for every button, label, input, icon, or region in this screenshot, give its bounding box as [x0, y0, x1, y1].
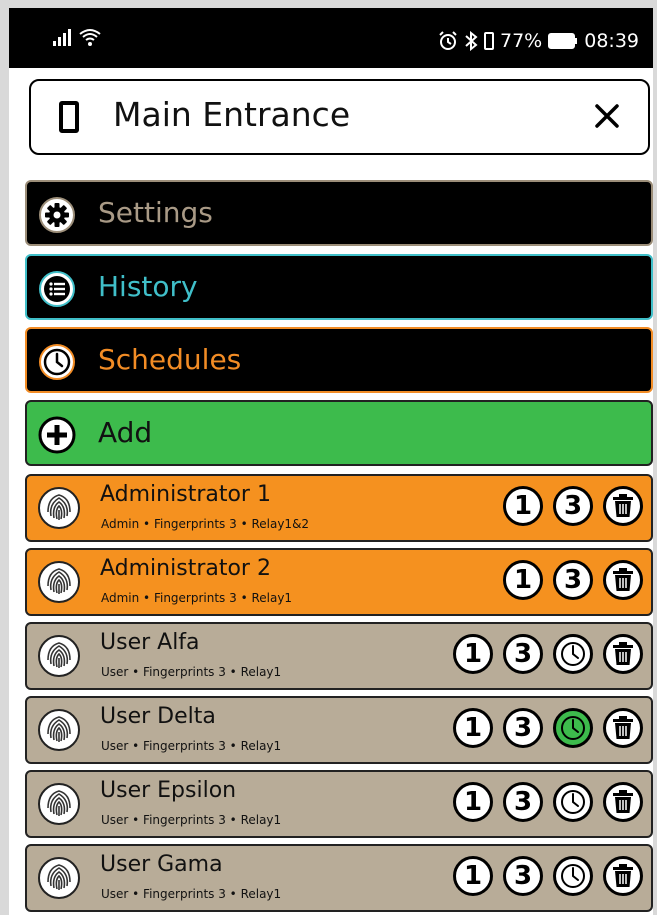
delete-button[interactable] — [603, 560, 643, 600]
clock-time: 08:39 — [584, 30, 639, 52]
user-name: User Gama — [100, 852, 223, 877]
signal-icon — [53, 28, 71, 46]
vibrate-icon — [484, 32, 494, 50]
trash-icon — [613, 716, 633, 739]
battery-percent: 77% — [500, 30, 543, 52]
schedules-label: Schedules — [98, 343, 242, 376]
user-name: User Epsilon — [100, 778, 237, 803]
schedule-clock-button[interactable] — [553, 856, 593, 896]
alarm-icon — [439, 31, 457, 50]
user-row[interactable]: User Gama User • Fingerprints 3 • Relay1 1… — [25, 844, 653, 912]
fingerprints-badge[interactable]: 3 — [503, 856, 543, 896]
trash-icon — [613, 864, 633, 887]
trash-icon — [613, 642, 633, 665]
user-actions: 13 — [503, 486, 643, 526]
user-actions: 13 — [503, 560, 643, 600]
schedule-clock-button[interactable] — [553, 782, 593, 822]
close-icon[interactable] — [588, 95, 626, 137]
user-meta: Admin • Fingerprints 3 • Relay1 — [101, 591, 293, 605]
clock-icon — [561, 864, 585, 888]
clock-icon — [39, 344, 75, 380]
list-icon — [39, 271, 75, 307]
history-button[interactable]: History — [25, 254, 653, 320]
user-actions: 13 — [453, 856, 643, 896]
clock-icon — [561, 716, 585, 740]
settings-button[interactable]: Settings — [25, 180, 653, 246]
relay-badge[interactable]: 1 — [453, 856, 493, 896]
relay-badge[interactable]: 1 — [453, 634, 493, 674]
phone-icon — [59, 101, 79, 133]
fingerprints-badge[interactable]: 3 — [503, 782, 543, 822]
battery-icon — [548, 33, 578, 49]
delete-button[interactable] — [603, 856, 643, 896]
relay-badge[interactable]: 1 — [503, 560, 543, 600]
trash-icon — [613, 494, 633, 517]
delete-button[interactable] — [603, 486, 643, 526]
title-bar: Main Entrance — [29, 79, 650, 155]
relay-badge[interactable]: 1 — [453, 782, 493, 822]
fingerprint-icon — [38, 635, 80, 677]
wifi-icon — [79, 29, 101, 46]
fingerprint-icon — [38, 487, 80, 529]
user-name: Administrator 1 — [100, 482, 271, 507]
user-row[interactable]: Administrator 2 Admin • Fingerprints 3 • … — [25, 548, 653, 616]
delete-button[interactable] — [603, 634, 643, 674]
user-actions: 13 — [453, 634, 643, 674]
user-row[interactable]: Administrator 1 Admin • Fingerprints 3 • … — [25, 474, 653, 542]
fingerprint-icon — [38, 857, 80, 899]
add-label: Add — [98, 416, 153, 449]
schedules-button[interactable]: Schedules — [25, 327, 653, 393]
fingerprints-badge[interactable]: 3 — [553, 560, 593, 600]
trash-icon — [613, 790, 633, 813]
status-left — [53, 28, 101, 46]
add-button[interactable]: Add — [25, 400, 653, 466]
schedule-clock-button[interactable] — [553, 708, 593, 748]
delete-button[interactable] — [603, 782, 643, 822]
trash-icon — [613, 568, 633, 591]
user-meta: User • Fingerprints 3 • Relay1 — [101, 739, 282, 753]
relay-badge[interactable]: 1 — [503, 486, 543, 526]
fingerprints-badge[interactable]: 3 — [503, 634, 543, 674]
fingerprint-icon — [38, 709, 80, 751]
plus-icon — [38, 416, 76, 454]
user-meta: User • Fingerprints 3 • Relay1 — [101, 887, 282, 901]
clock-icon — [561, 642, 585, 666]
gear-icon — [39, 197, 75, 233]
fingerprints-badge[interactable]: 3 — [503, 708, 543, 748]
history-label: History — [98, 270, 198, 303]
relay-badge[interactable]: 1 — [453, 708, 493, 748]
user-meta: User • Fingerprints 3 • Relay1 — [101, 813, 282, 827]
fingerprint-icon — [38, 561, 80, 603]
page-title: Main Entrance — [113, 95, 351, 134]
fingerprints-badge[interactable]: 3 — [553, 486, 593, 526]
status-right: 77% 08:39 — [438, 30, 639, 52]
clock-icon — [561, 790, 585, 814]
user-actions: 13 — [453, 708, 643, 748]
bluetooth-icon — [465, 31, 478, 51]
schedule-clock-button[interactable] — [553, 634, 593, 674]
delete-button[interactable] — [603, 708, 643, 748]
user-name: User Delta — [100, 704, 216, 729]
user-name: User Alfa — [100, 630, 200, 655]
user-actions: 13 — [453, 782, 643, 822]
status-bar: 77% 08:39 — [9, 8, 653, 68]
fingerprint-icon — [38, 783, 80, 825]
user-row[interactable]: User Epsilon User • Fingerprints 3 • Rela… — [25, 770, 653, 838]
user-row[interactable]: User Alfa User • Fingerprints 3 • Relay1 1… — [25, 622, 653, 690]
user-meta: User • Fingerprints 3 • Relay1 — [101, 665, 282, 679]
user-meta: Admin • Fingerprints 3 • Relay1&2 — [101, 517, 310, 531]
user-row[interactable]: User Delta User • Fingerprints 3 • Relay1… — [25, 696, 653, 764]
settings-label: Settings — [98, 196, 213, 229]
user-name: Administrator 2 — [100, 556, 271, 581]
